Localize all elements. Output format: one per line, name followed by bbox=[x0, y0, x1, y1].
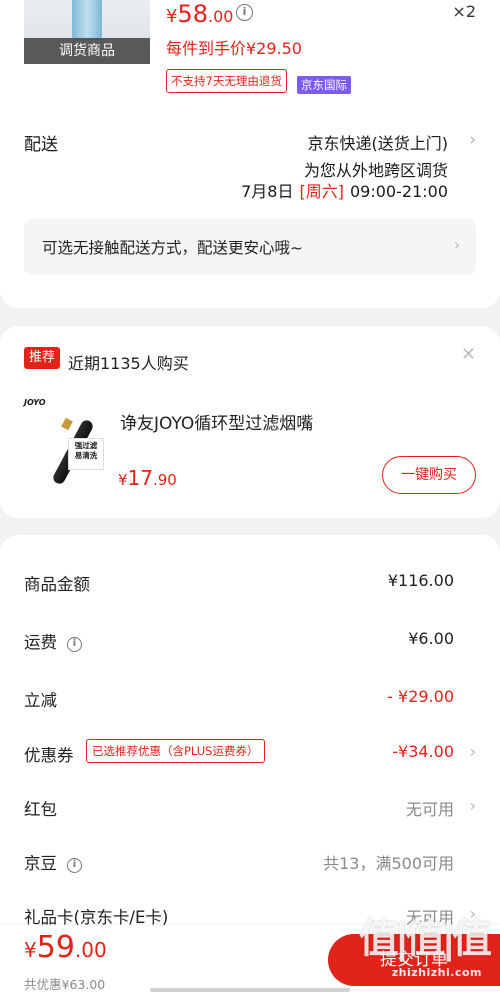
row-value: -¥34.00 bbox=[392, 742, 454, 761]
chevron-right-icon: › bbox=[469, 796, 476, 815]
shipping-label: 配送 bbox=[24, 135, 58, 155]
unit-price: 每件到手价¥29.50 bbox=[166, 39, 302, 58]
summary-row-instant-discount: 立减 - ¥29.00 bbox=[0, 687, 500, 717]
item-quantity: ×2 bbox=[452, 2, 476, 21]
home-indicator[interactable] bbox=[150, 988, 350, 992]
product-thumbnail[interactable]: 调货商品 bbox=[24, 0, 150, 64]
recommend-title: 近期1135人购买 bbox=[68, 354, 189, 373]
close-icon[interactable]: ✕ bbox=[461, 344, 476, 365]
row-label: 礼品卡(京东卡/E卡) bbox=[24, 908, 169, 927]
row-label: 商品金额 bbox=[24, 575, 90, 594]
summary-row-red-packet[interactable]: 红包 无可用 › bbox=[0, 796, 500, 826]
info-icon[interactable]: i bbox=[67, 858, 82, 873]
row-value: ¥6.00 bbox=[408, 629, 454, 648]
jd-international-badge: 京东国际 bbox=[297, 76, 351, 94]
row-label: 优惠券 bbox=[24, 746, 74, 765]
coupon-selected-tag: 已选推荐优惠（含PLUS运费券） bbox=[86, 739, 265, 763]
row-label: 京豆 i bbox=[24, 850, 82, 874]
row-value: - ¥29.00 bbox=[387, 687, 454, 706]
order-item-card: 调货商品 ¥58.00 i ×2 每件到手价¥29.50 不支持7天无理由退货 … bbox=[0, 0, 500, 308]
product-image bbox=[72, 0, 102, 40]
product-sticker: 强过滤 易清洗 bbox=[68, 438, 104, 470]
summary-row-jd-beans: 京豆 i 共13，满500可用 bbox=[0, 850, 500, 880]
checkout-bar: ¥59.00 共优惠¥63.00 提交订单 bbox=[0, 926, 500, 994]
row-value: 无可用 bbox=[405, 800, 454, 819]
chevron-right-icon: › bbox=[454, 236, 460, 254]
summary-row-goods-amount: 商品金额 ¥116.00 bbox=[0, 571, 500, 601]
chevron-right-icon[interactable]: › bbox=[469, 130, 476, 150]
delivery-time[interactable]: 7月8日 [周六] 09:00-21:00 bbox=[241, 178, 448, 202]
order-total: ¥59.00 bbox=[24, 930, 107, 965]
recommend-price: ¥17.90 bbox=[118, 466, 177, 490]
submit-order-button[interactable]: 提交订单 bbox=[328, 934, 500, 986]
brand-logo: JOYO bbox=[24, 398, 46, 407]
contactless-delivery-option[interactable]: 可选无接触配送方式，配送更安心哦~ › bbox=[24, 219, 476, 275]
summary-row-shipping-fee: 运费 i ¥6.00 bbox=[0, 629, 500, 659]
info-icon[interactable]: i bbox=[67, 637, 82, 652]
row-label: 立减 bbox=[24, 691, 57, 710]
chevron-right-icon: › bbox=[469, 904, 476, 923]
no-return-badge: 不支持7天无理由退货 bbox=[166, 69, 287, 93]
total-savings: 共优惠¥63.00 bbox=[24, 977, 106, 992]
info-icon[interactable]: i bbox=[236, 4, 253, 21]
row-label: 运费 i bbox=[24, 629, 82, 653]
row-label: 红包 bbox=[24, 800, 57, 819]
summary-row-coupon[interactable]: 优惠券 已选推荐优惠（含PLUS运费券） -¥34.00 › bbox=[0, 739, 500, 772]
transfer-goods-label: 调货商品 bbox=[24, 38, 150, 64]
one-click-buy-button[interactable]: 一键购买 bbox=[382, 456, 476, 494]
recommend-card: 推荐 近期1135人购买 ✕ JOYO 强过滤 易清洗 诤友JOYO循环型过滤烟… bbox=[0, 326, 500, 518]
row-value: 共13，满500可用 bbox=[323, 854, 454, 873]
filter-holder-tip bbox=[61, 417, 73, 431]
shipping-method[interactable]: 京东快递(送货上门) bbox=[308, 130, 449, 154]
row-value: 无可用 bbox=[405, 908, 454, 927]
row-value: ¥116.00 bbox=[387, 571, 454, 590]
recommend-product-image[interactable]: JOYO 强过滤 易清洗 bbox=[24, 398, 104, 486]
recommend-product-name[interactable]: 诤友JOYO循环型过滤烟嘴 bbox=[120, 409, 313, 434]
contactless-text: 可选无接触配送方式，配送更安心哦~ bbox=[42, 239, 303, 257]
chevron-right-icon: › bbox=[469, 742, 476, 761]
recommend-tag: 推荐 bbox=[24, 347, 61, 369]
item-price: ¥58.00 bbox=[166, 0, 234, 28]
